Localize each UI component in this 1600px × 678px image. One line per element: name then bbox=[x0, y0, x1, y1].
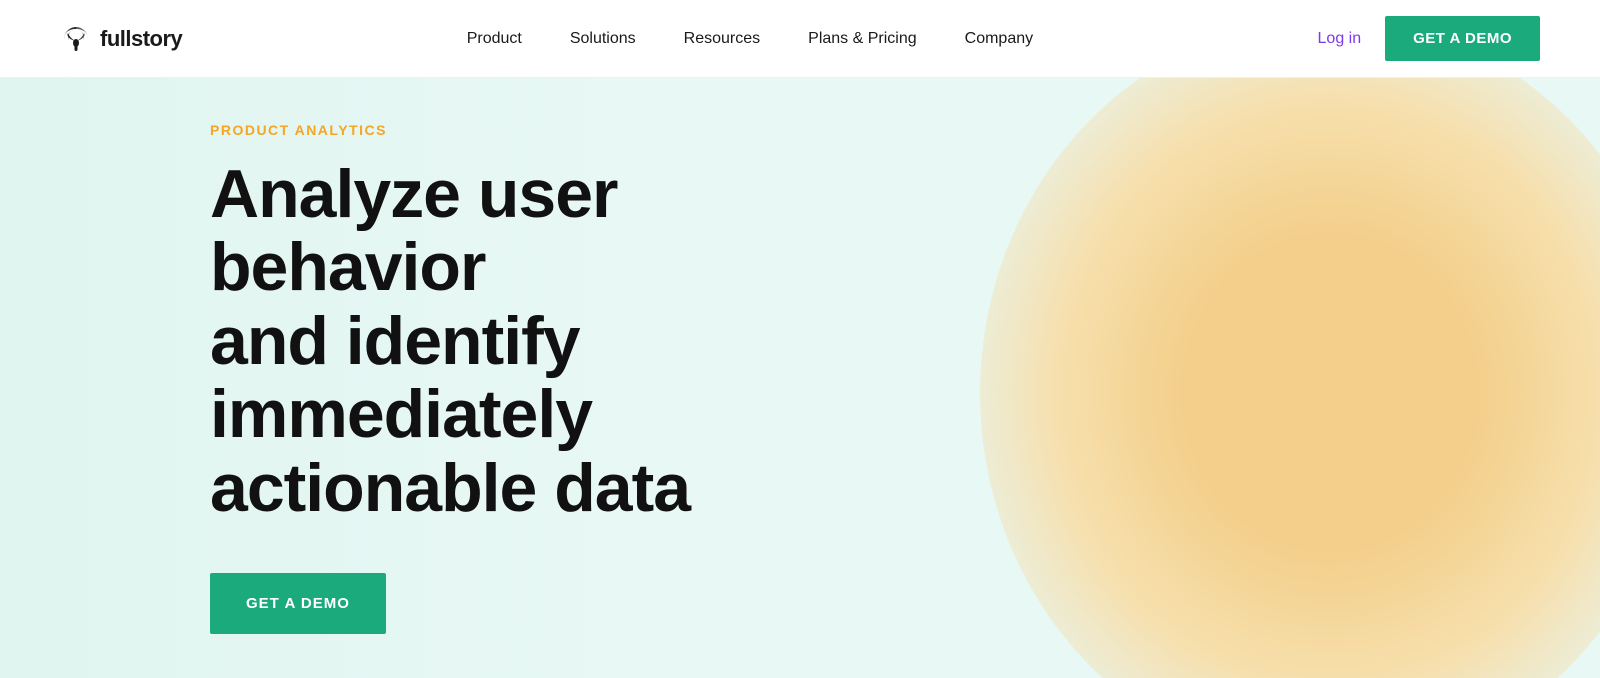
nav-item-company[interactable]: Company bbox=[965, 30, 1033, 48]
hero-eyebrow: PRODUCT ANALYTICS bbox=[210, 122, 780, 138]
hero-content: PRODUCT ANALYTICS Analyze user behavior … bbox=[0, 122, 780, 634]
nav-item-plans-pricing[interactable]: Plans & Pricing bbox=[808, 30, 917, 48]
header-actions: Log in GET A DEMO bbox=[1318, 16, 1540, 61]
hero-headline-line4: actionable data bbox=[210, 450, 690, 526]
logo-wordmark: fullstory bbox=[100, 26, 182, 52]
hero-headline-line1: Analyze user behavior bbox=[210, 156, 618, 305]
nav-item-resources[interactable]: Resources bbox=[684, 30, 760, 48]
hero-headline-line2: and identify bbox=[210, 303, 580, 379]
nav-item-product[interactable]: Product bbox=[467, 30, 522, 48]
hero-headline-line3: immediately bbox=[210, 376, 592, 452]
fullstory-logo-icon bbox=[60, 25, 92, 53]
main-nav: Product Solutions Resources Plans & Pric… bbox=[467, 30, 1033, 48]
get-demo-button-header[interactable]: GET A DEMO bbox=[1385, 16, 1540, 61]
logo[interactable]: fullstory bbox=[60, 25, 182, 53]
login-link[interactable]: Log in bbox=[1318, 30, 1362, 48]
site-header: fullstory Product Solutions Resources Pl… bbox=[0, 0, 1600, 78]
nav-item-solutions[interactable]: Solutions bbox=[570, 30, 636, 48]
hero-headline: Analyze user behavior and identify immed… bbox=[210, 158, 780, 525]
hero-section: PRODUCT ANALYTICS Analyze user behavior … bbox=[0, 78, 1600, 678]
get-demo-button-hero[interactable]: GET A DEMO bbox=[210, 573, 386, 634]
hero-bg-gradient bbox=[980, 78, 1600, 678]
